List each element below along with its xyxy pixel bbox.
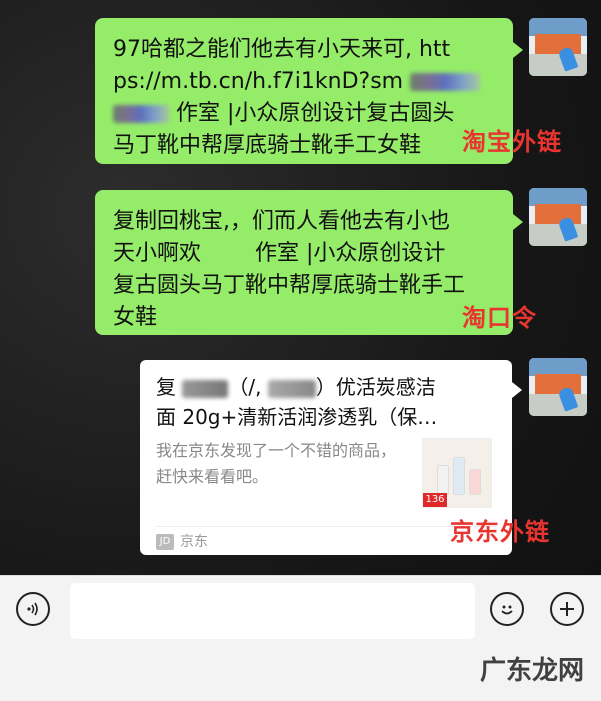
message-text: 天小啊欢 bbox=[113, 241, 202, 266]
message-link-text[interactable]: ps://m.tb.cn/h.f7i1knD?sm bbox=[113, 69, 403, 94]
blurred-text bbox=[410, 73, 481, 91]
source-label: 京东 bbox=[180, 534, 208, 550]
chat-area[interactable]: 97哈都之能们他去有小天来可, htt ps://m.tb.cn/h.f7i1k… bbox=[0, 0, 601, 575]
message-line: 复古圆头马丁靴中帮厚底骑士靴手工 bbox=[113, 273, 466, 298]
message-input[interactable] bbox=[70, 583, 475, 639]
message-line: 女鞋 bbox=[113, 305, 158, 330]
message-text: 作室 |小众原创设计 bbox=[255, 241, 446, 266]
message-bubble-taobao-code[interactable]: 复制回桃宝,，们而人看他去有小也 天小啊欢 作室 |小众原创设计 复古圆头马丁靴… bbox=[95, 190, 523, 335]
message-bubble-taobao-link[interactable]: 97哈都之能们他去有小天来可, htt ps://m.tb.cn/h.f7i1k… bbox=[95, 18, 523, 164]
blurred-text bbox=[208, 245, 249, 263]
message-line: 复制回桃宝,，们而人看他去有小也 bbox=[113, 209, 450, 234]
annotation-taobao-link: 淘宝外链 bbox=[462, 128, 562, 156]
message-line: 97哈都之能们他去有小天来可, htt bbox=[113, 37, 451, 62]
jd-logo-icon: JD bbox=[156, 534, 174, 550]
voice-icon[interactable] bbox=[16, 592, 50, 626]
message-line: ps://m.tb.cn/h.f7i1knD?sm bbox=[113, 66, 499, 98]
message-line: 作室 |小众原创设计复古圆头 bbox=[113, 98, 499, 130]
card-source: JD 京东 bbox=[156, 532, 208, 552]
plus-icon[interactable] bbox=[550, 592, 584, 626]
blurred-text bbox=[113, 105, 169, 123]
avatar[interactable] bbox=[529, 188, 587, 246]
avatar[interactable] bbox=[529, 18, 587, 76]
annotation-taobao-code: 淘口令 bbox=[462, 304, 537, 332]
divider bbox=[156, 526, 496, 527]
card-description: 我在京东发现了一个不错的商品，赶快来看看吧。 bbox=[156, 441, 397, 486]
annotation-jd-link: 京东外链 bbox=[450, 518, 550, 546]
blurred-text bbox=[267, 379, 316, 398]
price-badge: 136 bbox=[423, 493, 447, 507]
message-line: 马丁靴中帮厚底骑士靴手工女鞋 bbox=[113, 133, 422, 158]
message-line: 天小啊欢 作室 |小众原创设计 bbox=[113, 238, 499, 270]
avatar[interactable] bbox=[529, 358, 587, 416]
card-title: 复 （/, ）优活炭感洁 面 20g+清新活润渗透乳（保… bbox=[156, 375, 438, 429]
message-text: 作室 |小众原创设计复古圆头 bbox=[176, 101, 455, 126]
watermark: 广东龙网 bbox=[480, 656, 585, 686]
emoji-icon[interactable] bbox=[490, 592, 524, 626]
product-thumbnail: 136 bbox=[422, 438, 492, 508]
blurred-text bbox=[182, 379, 229, 398]
